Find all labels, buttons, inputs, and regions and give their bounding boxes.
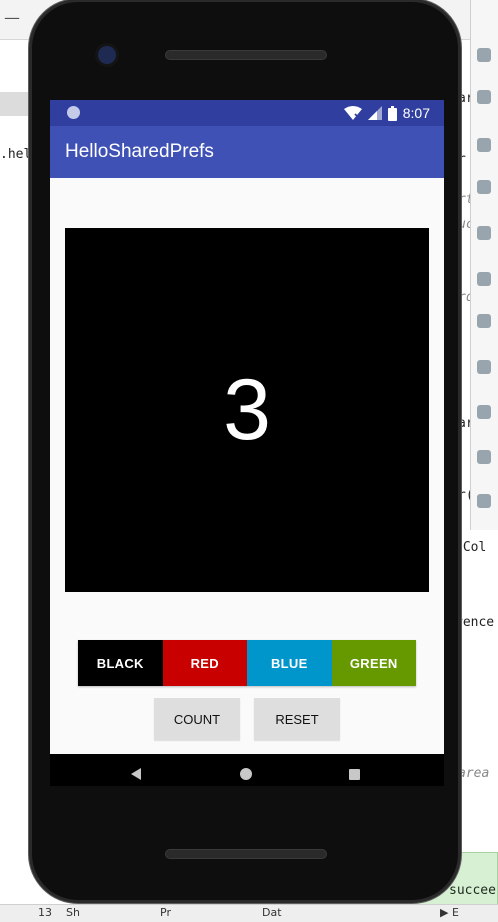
ide-side-toolbar bbox=[470, 0, 498, 530]
count-value: 3 bbox=[223, 361, 271, 458]
reset-button[interactable]: RESET bbox=[254, 698, 340, 740]
minimize-icon[interactable]: — bbox=[4, 8, 22, 27]
phone-screen: 8:07 HelloSharedPrefs 3 BLACK RED BLUE G… bbox=[50, 100, 444, 786]
status-time: 8:07 bbox=[402, 105, 430, 121]
status-bar: 8:07 bbox=[50, 100, 444, 126]
recents-icon[interactable] bbox=[349, 769, 360, 780]
bottom-tab[interactable]: Dat bbox=[262, 906, 282, 919]
tool-icon[interactable] bbox=[477, 494, 491, 508]
code-fragment: rence bbox=[455, 615, 495, 630]
ide-gutter-highlight bbox=[0, 92, 30, 116]
count-button[interactable]: COUNT bbox=[154, 698, 240, 740]
status-icons: 8:07 bbox=[343, 104, 430, 122]
bottom-speaker bbox=[165, 849, 327, 859]
black-button[interactable]: BLACK bbox=[78, 640, 163, 686]
phone-frame: 8:07 HelloSharedPrefs 3 BLACK RED BLUE G… bbox=[32, 2, 458, 900]
tool-icon[interactable] bbox=[477, 360, 491, 374]
app-title: HelloSharedPrefs bbox=[65, 141, 214, 162]
app-bar: HelloSharedPrefs bbox=[50, 126, 444, 178]
code-fragment: area bbox=[458, 766, 490, 781]
code-fragment: dCol bbox=[455, 540, 487, 555]
top-speaker bbox=[165, 50, 327, 60]
tool-icon[interactable] bbox=[477, 90, 491, 104]
notification-text: succee bbox=[449, 883, 496, 898]
front-camera bbox=[98, 46, 116, 64]
back-icon[interactable] bbox=[131, 768, 141, 780]
bottom-tab[interactable]: Sh bbox=[66, 906, 80, 919]
color-button-row: BLACK RED BLUE GREEN bbox=[78, 640, 416, 686]
cell-signal-icon bbox=[367, 106, 382, 120]
tool-icon[interactable] bbox=[477, 272, 491, 286]
tool-icon[interactable] bbox=[477, 405, 491, 419]
notification-dot-icon bbox=[67, 106, 80, 119]
tool-icon[interactable] bbox=[477, 450, 491, 464]
bottom-tab[interactable]: 13 bbox=[38, 906, 52, 919]
count-display: 3 bbox=[65, 228, 429, 592]
tool-icon[interactable] bbox=[477, 138, 491, 152]
home-icon[interactable] bbox=[240, 768, 252, 780]
code-fragment: r bbox=[458, 152, 466, 167]
battery-icon bbox=[387, 105, 397, 121]
navigation-bar bbox=[50, 754, 444, 786]
bottom-tab[interactable]: Pr bbox=[160, 906, 171, 919]
tool-icon[interactable] bbox=[477, 48, 491, 62]
green-button[interactable]: GREEN bbox=[331, 640, 416, 686]
tool-icon[interactable] bbox=[477, 180, 491, 194]
tool-icon[interactable] bbox=[477, 226, 491, 240]
blue-button[interactable]: BLUE bbox=[247, 640, 332, 686]
wifi-icon bbox=[343, 106, 362, 120]
tool-icon[interactable] bbox=[477, 314, 491, 328]
red-button[interactable]: RED bbox=[162, 640, 247, 686]
bottom-tab[interactable]: ▶ E bbox=[440, 906, 459, 919]
main-content: 3 BLACK RED BLUE GREEN COUNT RESET bbox=[50, 178, 444, 754]
